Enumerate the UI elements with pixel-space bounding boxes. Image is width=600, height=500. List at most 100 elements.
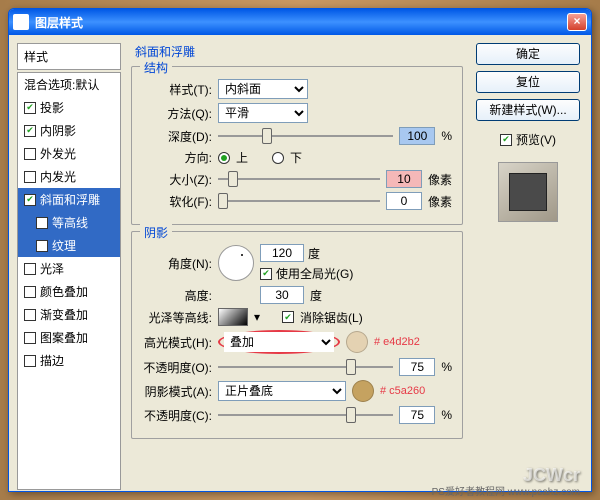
depth-slider[interactable] xyxy=(218,127,393,145)
preview-label: 预览(V) xyxy=(516,131,556,148)
buttons-panel: 确定 复位 新建样式(W)... ✔ 预览(V) xyxy=(473,43,583,483)
styles-panel: 样式 混合选项:默认✔投影✔内阴影外发光内发光 ✔ 斜面和浮雕等高线纹理光泽颜色叠加… xyxy=(17,43,121,483)
direction-down-radio[interactable] xyxy=(272,152,284,164)
shadow-mode-label: 阴影模式(A): xyxy=(142,383,212,400)
altitude-value[interactable]: 30 xyxy=(260,286,304,304)
style-item[interactable]: 颜色叠加 xyxy=(18,280,120,303)
highlight-opacity-label: 不透明度(O): xyxy=(142,359,212,376)
antialias-checkbox[interactable]: ✔ xyxy=(282,311,294,323)
size-slider[interactable] xyxy=(218,170,380,188)
style-item[interactable]: 外发光 xyxy=(18,142,120,165)
new-style-button[interactable]: 新建样式(W)... xyxy=(476,99,580,121)
direction-down-label: 下 xyxy=(290,149,302,166)
depth-unit: % xyxy=(441,129,452,143)
technique-label: 方法(Q): xyxy=(142,105,212,122)
altitude-unit: 度 xyxy=(310,287,322,304)
style-item[interactable]: ✔内阴影 xyxy=(18,119,120,142)
angle-value[interactable]: 120 xyxy=(260,244,304,262)
shadow-opacity-value[interactable]: 75 xyxy=(399,406,435,424)
checkbox-icon[interactable]: ✔ xyxy=(24,194,36,206)
highlight-opacity-value[interactable]: 75 xyxy=(399,358,435,376)
style-item[interactable]: 描边 xyxy=(18,349,120,372)
size-label: 大小(Z): xyxy=(142,171,212,188)
style-item-label: 等高线 xyxy=(52,214,88,231)
soften-unit: 像素 xyxy=(428,193,452,210)
highlight-color-swatch[interactable] xyxy=(346,331,368,353)
styles-list: 混合选项:默认✔投影✔内阴影外发光内发光 ✔ 斜面和浮雕等高线纹理光泽颜色叠加渐变叠… xyxy=(17,72,121,490)
highlight-opacity-slider[interactable] xyxy=(218,358,393,376)
style-item[interactable]: 光泽 xyxy=(18,257,120,280)
style-label: 样式(T): xyxy=(142,81,212,98)
checkbox-icon[interactable] xyxy=(24,332,36,344)
checkbox-icon[interactable] xyxy=(24,171,36,183)
cancel-button[interactable]: 复位 xyxy=(476,71,580,93)
style-item-label: 外发光 xyxy=(40,145,76,162)
highlight-mode-select[interactable]: 叠加 xyxy=(224,332,334,352)
structure-legend: 结构 xyxy=(140,59,172,76)
depth-value[interactable]: 100 xyxy=(399,127,435,145)
checkbox-icon[interactable]: ✔ xyxy=(24,125,36,137)
style-item[interactable]: 等高线 xyxy=(18,211,120,234)
technique-select[interactable]: 平滑 xyxy=(218,103,308,123)
style-item[interactable]: 内发光 xyxy=(18,165,120,188)
shadow-mode-select[interactable]: 正片叠底 xyxy=(218,381,346,401)
shadow-fieldset: 阴影 角度(N): 120 度 ✔ 使用全局光(G) xyxy=(131,231,463,439)
style-item-label: 图案叠加 xyxy=(40,329,88,346)
style-item-label: 内发光 xyxy=(40,168,76,185)
altitude-label: 高度: xyxy=(142,287,212,304)
titlebar[interactable]: 图层样式 × xyxy=(9,9,591,35)
checkbox-icon[interactable] xyxy=(24,286,36,298)
checkbox-icon[interactable] xyxy=(24,309,36,321)
soften-label: 软化(F): xyxy=(142,193,212,210)
style-item-label: 渐变叠加 xyxy=(40,306,88,323)
style-item[interactable]: 纹理 xyxy=(18,234,120,257)
style-item[interactable]: ✔ 斜面和浮雕 xyxy=(18,188,120,211)
checkbox-icon[interactable]: ✔ xyxy=(24,102,36,114)
dialog-title: 图层样式 xyxy=(35,14,567,31)
angle-unit: 度 xyxy=(308,245,320,262)
shadow-opacity-slider[interactable] xyxy=(218,406,393,424)
shadow-opacity-label: 不透明度(C): xyxy=(142,407,212,424)
highlight-mode-annotation: 叠加 xyxy=(218,330,340,354)
shadow-color-swatch[interactable] xyxy=(352,380,374,402)
preview-checkbox[interactable]: ✔ xyxy=(500,134,512,146)
contour-picker[interactable] xyxy=(218,308,248,326)
preview-thumbnail xyxy=(498,162,558,222)
ok-button[interactable]: 确定 xyxy=(476,43,580,65)
checkbox-icon[interactable] xyxy=(24,263,36,275)
style-item[interactable]: ✔投影 xyxy=(18,96,120,119)
close-button[interactable]: × xyxy=(567,13,587,31)
soften-slider[interactable] xyxy=(218,192,380,210)
settings-panel: 斜面和浮雕 结构 样式(T): 内斜面 方法(Q): 平滑 深度(D): 100… xyxy=(127,43,467,483)
size-value[interactable]: 10 xyxy=(386,170,422,188)
section-title: 斜面和浮雕 xyxy=(135,43,463,60)
direction-up-radio[interactable] xyxy=(218,152,230,164)
direction-up-label: 上 xyxy=(236,149,248,166)
style-item[interactable]: 混合选项:默认 xyxy=(18,73,120,96)
checkbox-icon[interactable] xyxy=(36,217,48,229)
structure-fieldset: 结构 样式(T): 内斜面 方法(Q): 平滑 深度(D): 100 % 方向: xyxy=(131,66,463,225)
contour-label: 光泽等高线: xyxy=(142,309,212,326)
highlight-mode-label: 高光模式(H): xyxy=(142,334,212,351)
checkbox-icon[interactable] xyxy=(36,240,48,252)
app-icon xyxy=(13,14,29,30)
global-light-label: 使用全局光(G) xyxy=(276,265,353,282)
soften-value[interactable]: 0 xyxy=(386,192,422,210)
antialias-label: 消除锯齿(L) xyxy=(300,309,363,326)
checkbox-icon[interactable] xyxy=(24,148,36,160)
style-item-label: 斜面和浮雕 xyxy=(40,191,100,208)
depth-label: 深度(D): xyxy=(142,128,212,145)
global-light-checkbox[interactable]: ✔ xyxy=(260,268,272,280)
shadow-color-annotation: # c5a260 xyxy=(380,385,425,397)
style-item-label: 光泽 xyxy=(40,260,64,277)
style-item[interactable]: 渐变叠加 xyxy=(18,303,120,326)
checkbox-icon[interactable] xyxy=(24,355,36,367)
contour-dropdown-icon[interactable]: ▾ xyxy=(254,310,260,324)
style-item[interactable]: 图案叠加 xyxy=(18,326,120,349)
direction-label: 方向: xyxy=(142,149,212,166)
angle-dial[interactable] xyxy=(218,245,254,281)
styles-header: 样式 xyxy=(17,43,121,70)
style-select[interactable]: 内斜面 xyxy=(218,79,308,99)
style-item-label: 描边 xyxy=(40,352,64,369)
highlight-color-annotation: # e4d2b2 xyxy=(374,336,420,348)
